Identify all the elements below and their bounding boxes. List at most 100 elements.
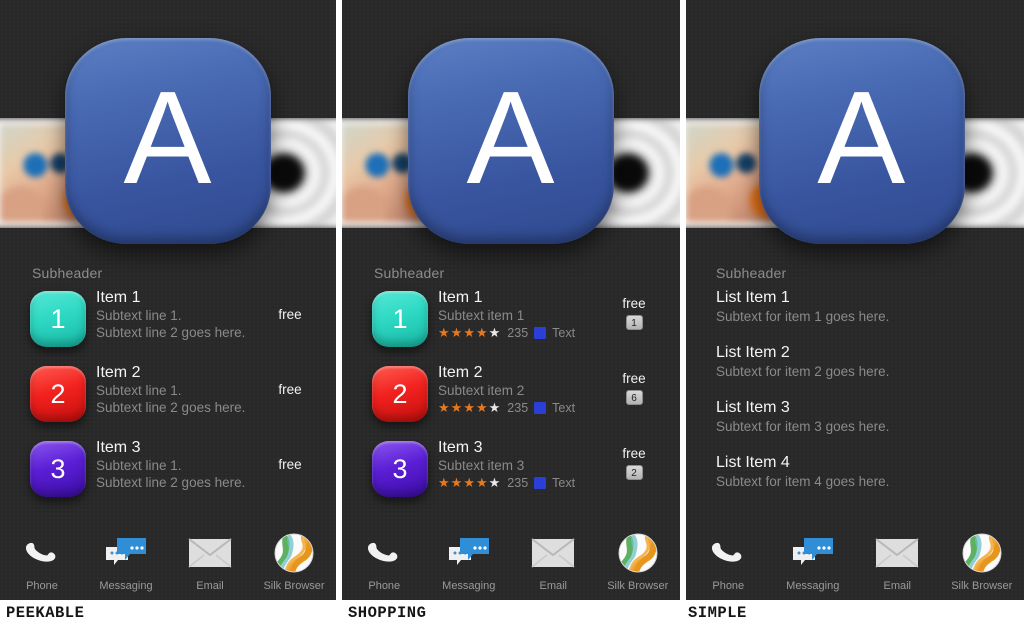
list-item-meta: ★★★★★ 235 Text (438, 476, 610, 491)
list-item[interactable]: List Item 2 Subtext for item 2 goes here… (686, 343, 1024, 398)
dock-item-silk-browser[interactable]: Silk Browser (596, 528, 681, 592)
dock-item-label: Email (883, 580, 912, 592)
subheader-label: Subheader (32, 265, 103, 281)
list-item-price[interactable]: free 1 (606, 296, 662, 330)
app-icon-a[interactable]: A (65, 38, 271, 244)
meta-square-icon (534, 402, 547, 414)
list-item-subtext-line1: Subtext line 1. (96, 383, 182, 398)
dock-item-phone[interactable]: Phone (342, 528, 427, 592)
list-item-thumbnail: 1 (372, 291, 429, 347)
dock: Phone Messaging Email Silk Browser (686, 528, 1024, 592)
dock-item-label: Messaging (442, 580, 496, 592)
phone-handset-icon (364, 528, 404, 578)
list-item-subtext-line2: Subtext line 2 goes here. (96, 400, 246, 415)
peekable-list: 1 Item 1 Subtext line 1. Subtext line 2 … (0, 288, 336, 513)
dock-item-phone[interactable]: Phone (686, 528, 771, 592)
phone-handset-icon (708, 528, 748, 578)
list-item-meta: ★★★★★ 235 Text (438, 401, 610, 416)
list-item-price[interactable]: free (262, 457, 318, 472)
thumbnail-number: 3 (50, 453, 66, 484)
status-badge: 1 (625, 315, 643, 330)
dock-item-phone[interactable]: Phone (0, 528, 84, 592)
list-item-price[interactable]: free (262, 382, 318, 397)
dock-item-email[interactable]: Email (855, 528, 940, 592)
price-label: free (622, 446, 646, 461)
envelope-icon (874, 528, 920, 578)
price-label: free (278, 457, 302, 472)
screenshot-root: A Subheader 1 Item 1 Subtext line 1. Sub… (0, 0, 1024, 628)
dock: Phone Messaging Email Silk Browser (0, 528, 336, 592)
silk-browser-sphere-icon (961, 528, 1003, 578)
list-item-thumbnail: 1 (30, 291, 86, 347)
list-item-thumbnail: 2 (372, 366, 429, 422)
list-item-title: List Item 4 (716, 454, 790, 471)
rating-stars[interactable]: ★★★★★ (438, 401, 501, 415)
list-item-subtext: Subtext for item 2 goes here. (716, 364, 890, 379)
list-item[interactable]: 3 Item 3 Subtext item 3 ★★★★★ 235 Text f… (342, 438, 680, 513)
list-item-title: Item 1 (438, 289, 483, 306)
dock-item-label: Silk Browser (263, 580, 325, 592)
chat-bubbles-icon (104, 528, 148, 578)
app-icon-letter: A (817, 64, 907, 211)
list-item-title: Item 2 (96, 364, 141, 381)
dock-item-silk-browser[interactable]: Silk Browser (252, 528, 336, 592)
dock-item-email[interactable]: Email (168, 528, 252, 592)
dock-item-silk-browser[interactable]: Silk Browser (940, 528, 1024, 592)
meta-label: Text (552, 401, 576, 415)
list-item[interactable]: 1 Item 1 Subtext item 1 ★★★★★ 235 Text f… (342, 288, 680, 363)
dock-item-label: Phone (368, 580, 401, 592)
list-item-meta: ★★★★★ 235 Text (438, 326, 610, 341)
status-badge: 6 (625, 390, 643, 405)
list-item[interactable]: List Item 3 Subtext for item 3 goes here… (686, 398, 1024, 453)
simple-list: List Item 1 Subtext for item 1 goes here… (686, 288, 1024, 508)
list-item[interactable]: 1 Item 1 Subtext line 1. Subtext line 2 … (0, 288, 336, 363)
meta-square-icon (534, 327, 547, 339)
app-icon-a[interactable]: A (408, 38, 615, 244)
dock-item-messaging[interactable]: Messaging (427, 528, 512, 592)
list-item[interactable]: 3 Item 3 Subtext line 1. Subtext line 2 … (0, 438, 336, 513)
list-item-price[interactable]: free 6 (606, 371, 662, 405)
chat-bubbles-icon (447, 528, 491, 578)
list-item-thumbnail: 3 (30, 441, 86, 497)
caption-shopping: SHOPPING (348, 604, 427, 622)
dock-item-email[interactable]: Email (511, 528, 596, 592)
meta-label: Text (552, 476, 576, 490)
list-item[interactable]: 2 Item 2 Subtext line 1. Subtext line 2 … (0, 363, 336, 438)
list-item-subtext: Subtext for item 1 goes here. (716, 309, 890, 324)
list-item-price[interactable]: free (262, 307, 318, 322)
list-item-subtext: Subtext for item 4 goes here. (716, 474, 890, 489)
dock-item-label: Email (196, 580, 224, 592)
thumbnail-number: 1 (392, 303, 408, 334)
rating-stars[interactable]: ★★★★★ (438, 326, 501, 340)
thumbnail-number: 3 (392, 453, 408, 484)
envelope-icon (187, 528, 233, 578)
price-label: free (278, 382, 302, 397)
envelope-icon (530, 528, 576, 578)
subheader-label: Subheader (374, 265, 445, 281)
app-icon-a[interactable]: A (758, 38, 965, 244)
rating-stars[interactable]: ★★★★★ (438, 476, 501, 490)
dock-item-label: Messaging (786, 580, 840, 592)
dock-item-label: Email (539, 580, 568, 592)
list-item-title: Item 2 (438, 364, 483, 381)
list-item-thumbnail: 3 (372, 441, 429, 497)
list-item-title: List Item 3 (716, 399, 790, 416)
panel-simple: A Subheader List Item 1 Subtext for item… (686, 0, 1024, 600)
dock-item-messaging[interactable]: Messaging (84, 528, 168, 592)
list-item-subtext-line2: Subtext line 2 goes here. (96, 475, 246, 490)
app-icon-letter: A (466, 64, 556, 211)
list-item-title: List Item 2 (716, 344, 790, 361)
list-item-price[interactable]: free 2 (606, 446, 662, 480)
thumbnail-number: 1 (50, 303, 66, 334)
dock-item-messaging[interactable]: Messaging (771, 528, 856, 592)
chat-bubbles-icon (791, 528, 835, 578)
app-icon-letter: A (123, 64, 213, 211)
list-item[interactable]: List Item 4 Subtext for item 4 goes here… (686, 453, 1024, 508)
list-item-text: Item 1 Subtext line 1. Subtext line 2 go… (96, 288, 266, 341)
list-item[interactable]: List Item 1 Subtext for item 1 goes here… (686, 288, 1024, 343)
meta-square-icon (534, 477, 547, 489)
list-item[interactable]: 2 Item 2 Subtext item 2 ★★★★★ 235 Text f… (342, 363, 680, 438)
panel-shopping: A Subheader 1 Item 1 Subtext item 1 ★★★★… (342, 0, 681, 600)
list-item-subtext: Subtext item 2 (438, 383, 525, 398)
list-item-subtext: Subtext for item 3 goes here. (716, 419, 890, 434)
